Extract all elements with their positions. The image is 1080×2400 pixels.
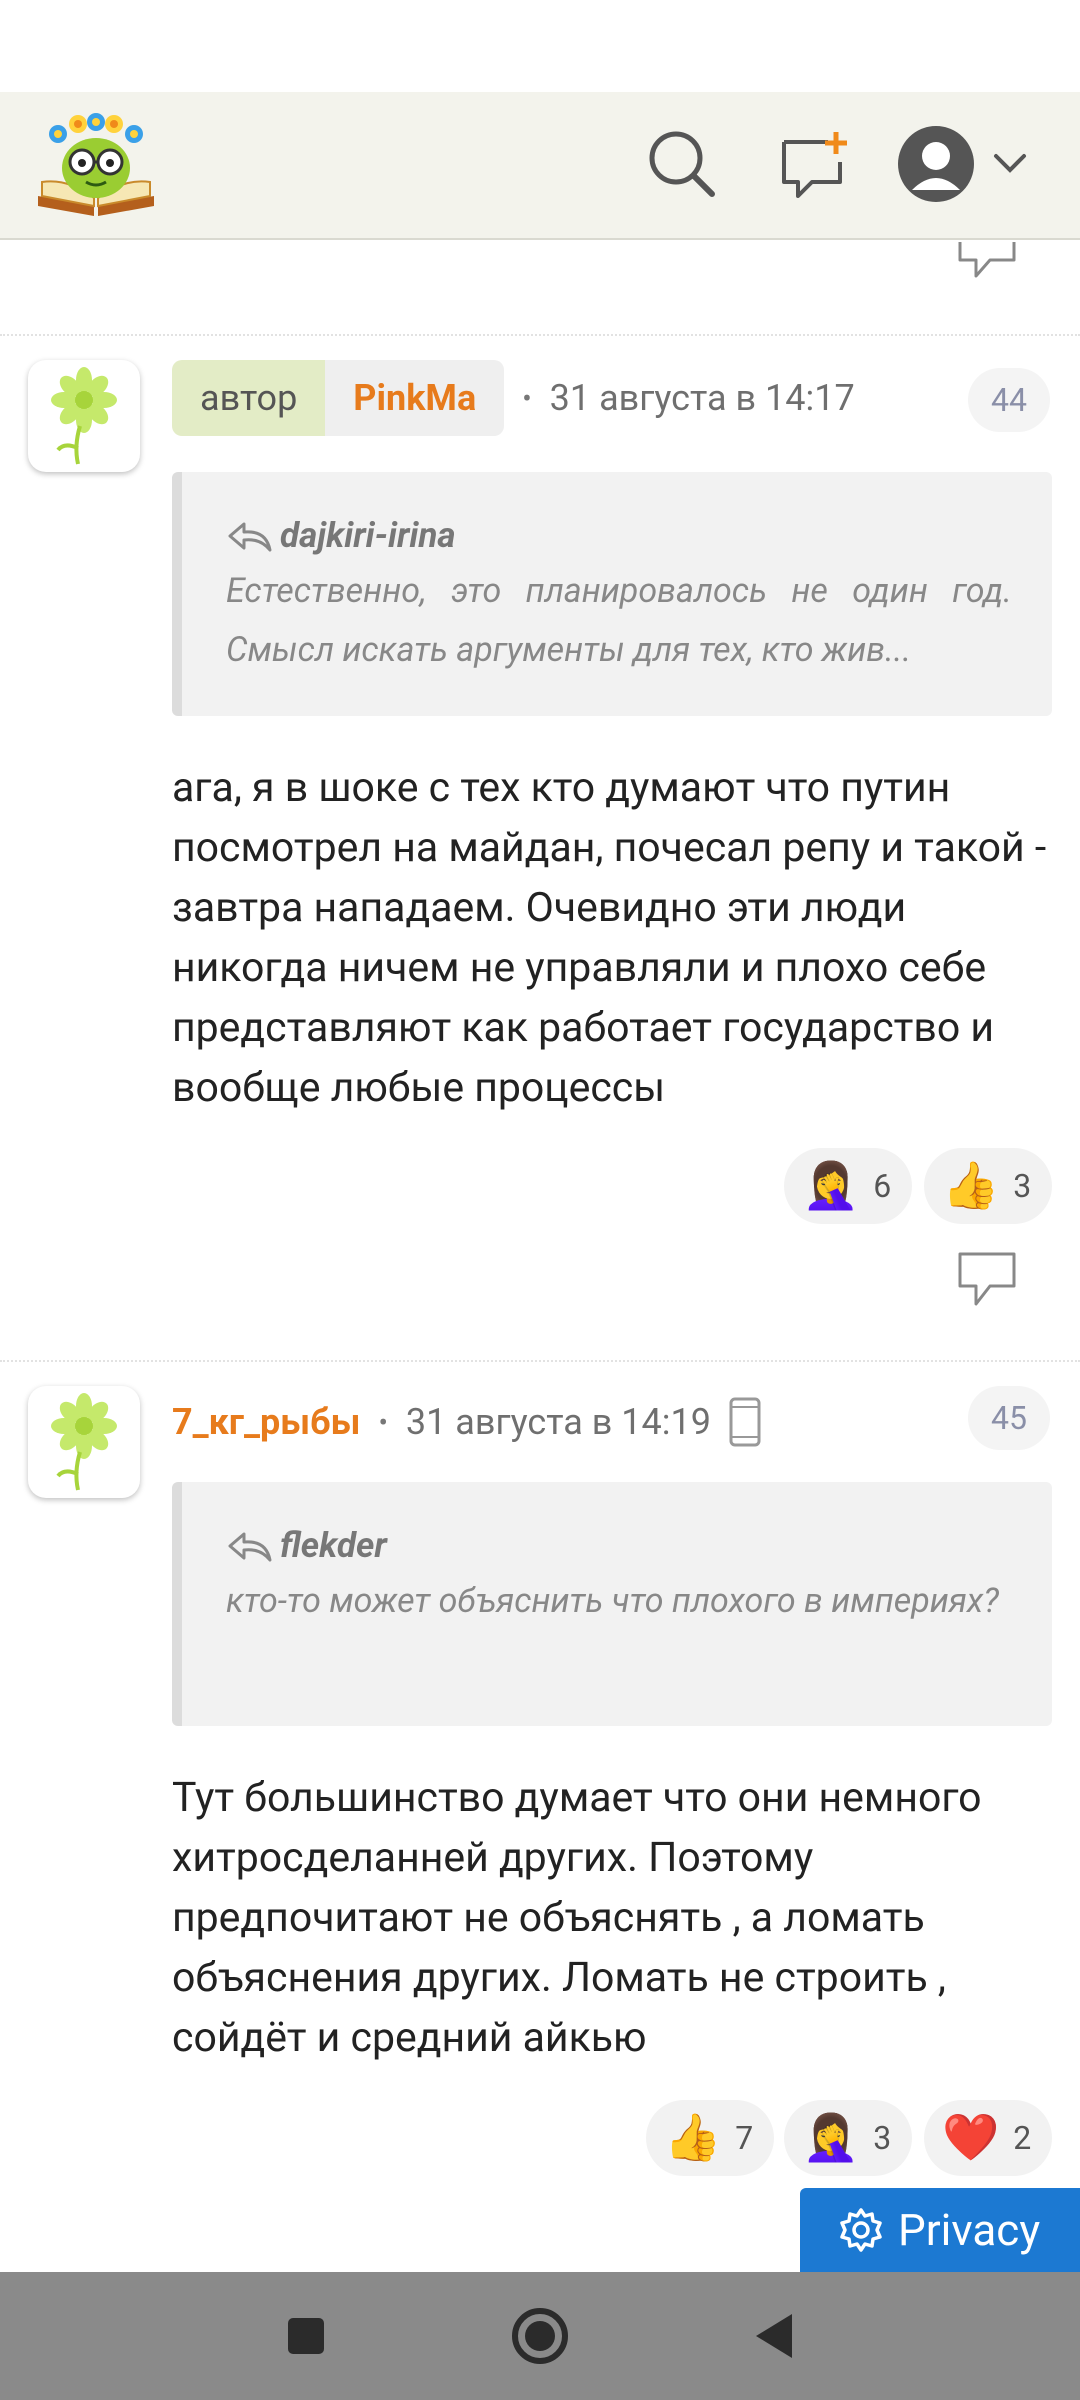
reaction-thumbs-up[interactable]: 👍 7 xyxy=(646,2100,774,2176)
reaction-facepalm[interactable]: 🤦‍♀️ 3 xyxy=(784,2100,912,2176)
comment-divider xyxy=(0,1360,1080,1362)
reply-icon[interactable] xyxy=(958,1252,1018,1308)
thumbs-up-icon: 👍 xyxy=(664,2111,722,2165)
comment-number-badge[interactable]: 45 xyxy=(968,1386,1050,1450)
reaction-count: 3 xyxy=(873,2119,892,2157)
facepalm-icon: 🤦‍♀️ xyxy=(802,2111,860,2165)
comment-timestamp[interactable]: 31 августа в 14:17 xyxy=(550,377,855,419)
thumbs-up-icon: 👍 xyxy=(942,1159,1000,1213)
search-icon[interactable] xyxy=(640,122,724,206)
reaction-count: 7 xyxy=(735,2119,754,2157)
username-link[interactable]: 7_кг_рыбы xyxy=(172,1401,360,1443)
quote-text: кто-то может объяснить что плохого в имп… xyxy=(226,1581,999,1621)
reaction-count: 3 xyxy=(1013,1167,1032,1205)
author-badge: автор xyxy=(172,360,326,436)
reply-icon[interactable] xyxy=(958,240,1018,282)
avatar[interactable] xyxy=(28,360,140,472)
quote-block[interactable]: flekder кто-то может объяснить что плохо… xyxy=(172,1482,1052,1726)
quote-block[interactable]: dajkiri-irina Естественно, это планирова… xyxy=(172,472,1052,716)
reaction-count: 2 xyxy=(1013,2119,1032,2157)
comment-divider xyxy=(0,334,1080,336)
reaction-count: 6 xyxy=(873,1167,892,1205)
quote-username[interactable]: flekder xyxy=(280,1520,387,1572)
reaction-heart[interactable]: ❤️ 2 xyxy=(924,2100,1052,2176)
quote-text: Естественно, это планировалось не один г… xyxy=(226,571,1012,670)
comment-meta: 7_кг_рыбы • 31 августа в 14:19 xyxy=(172,1384,765,1460)
username-link[interactable]: PinkMa xyxy=(325,360,505,436)
reaction-thumbs-up[interactable]: 👍 3 xyxy=(924,1148,1052,1224)
reply-arrow-icon xyxy=(228,1532,272,1562)
back-button[interactable] xyxy=(742,2304,806,2368)
comment-number-badge[interactable]: 44 xyxy=(968,368,1050,432)
quote-author: flekder xyxy=(226,1520,1012,1572)
quote-username[interactable]: dajkiri-irina xyxy=(280,510,456,562)
comment-body: ага, я в шоке с тех кто думают что путин… xyxy=(172,764,1047,1112)
facepalm-icon: 🤦‍♀️ xyxy=(802,1159,860,1213)
profile-menu-button[interactable] xyxy=(896,122,1046,206)
home-button[interactable] xyxy=(508,2304,572,2368)
heart-icon: ❤️ xyxy=(942,2111,1000,2165)
site-logo[interactable] xyxy=(34,110,158,220)
new-message-icon[interactable] xyxy=(772,122,856,206)
comment-body: Тут большинство думает что они немного х… xyxy=(172,1774,982,2062)
status-bar xyxy=(0,0,1080,92)
reaction-facepalm[interactable]: 🤦‍♀️ 6 xyxy=(784,1148,912,1224)
mobile-device-icon xyxy=(729,1397,761,1447)
recents-button[interactable] xyxy=(274,2304,338,2368)
comment-timestamp[interactable]: 31 августа в 14:19 xyxy=(406,1401,711,1443)
privacy-label: Privacy xyxy=(898,2204,1041,2256)
quote-author: dajkiri-irina xyxy=(226,510,1012,562)
system-navigation-bar xyxy=(0,2272,1080,2400)
reply-arrow-icon xyxy=(228,522,272,552)
gear-icon xyxy=(840,2208,882,2252)
avatar[interactable] xyxy=(28,1386,140,1498)
app-header xyxy=(0,92,1080,240)
privacy-button[interactable]: Privacy xyxy=(800,2188,1080,2272)
comment-meta: автор PinkMa • 31 августа в 14:17 xyxy=(172,360,855,436)
